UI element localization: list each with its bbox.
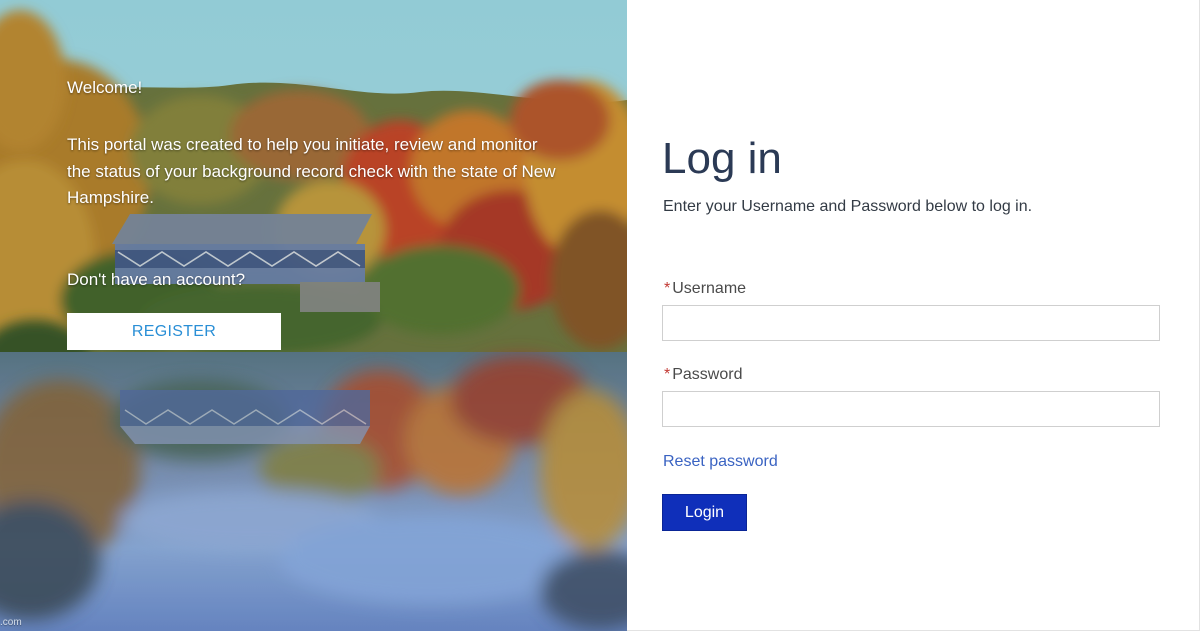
username-label-text: Username	[672, 280, 747, 297]
no-account-prompt: Don't have an account?	[67, 270, 246, 289]
welcome-heading: Welcome!	[67, 78, 143, 97]
username-required-mark: *	[664, 280, 671, 297]
login-panel: Log in Enter your Username and Password …	[627, 0, 1200, 631]
password-label: * Password	[664, 364, 742, 386]
portal-intro-text: This portal was created to help you init…	[67, 135, 556, 207]
login-title: Log in	[662, 134, 782, 183]
username-input[interactable]	[662, 305, 1160, 341]
hero-panel: Welcome! This portal was created to help…	[0, 0, 627, 631]
register-button[interactable]: REGISTER	[67, 313, 281, 350]
password-label-text: Password	[672, 366, 743, 383]
username-label: * Username	[664, 278, 746, 300]
image-credit-watermark: .com	[0, 617, 22, 628]
password-input[interactable]	[662, 391, 1160, 427]
login-subtitle: Enter your Username and Password below t…	[663, 198, 1033, 215]
login-button[interactable]: Login	[662, 494, 747, 531]
password-required-mark: *	[664, 366, 671, 383]
login-page: Welcome! This portal was created to help…	[0, 0, 1200, 631]
reset-password-link[interactable]: Reset password	[663, 451, 778, 473]
